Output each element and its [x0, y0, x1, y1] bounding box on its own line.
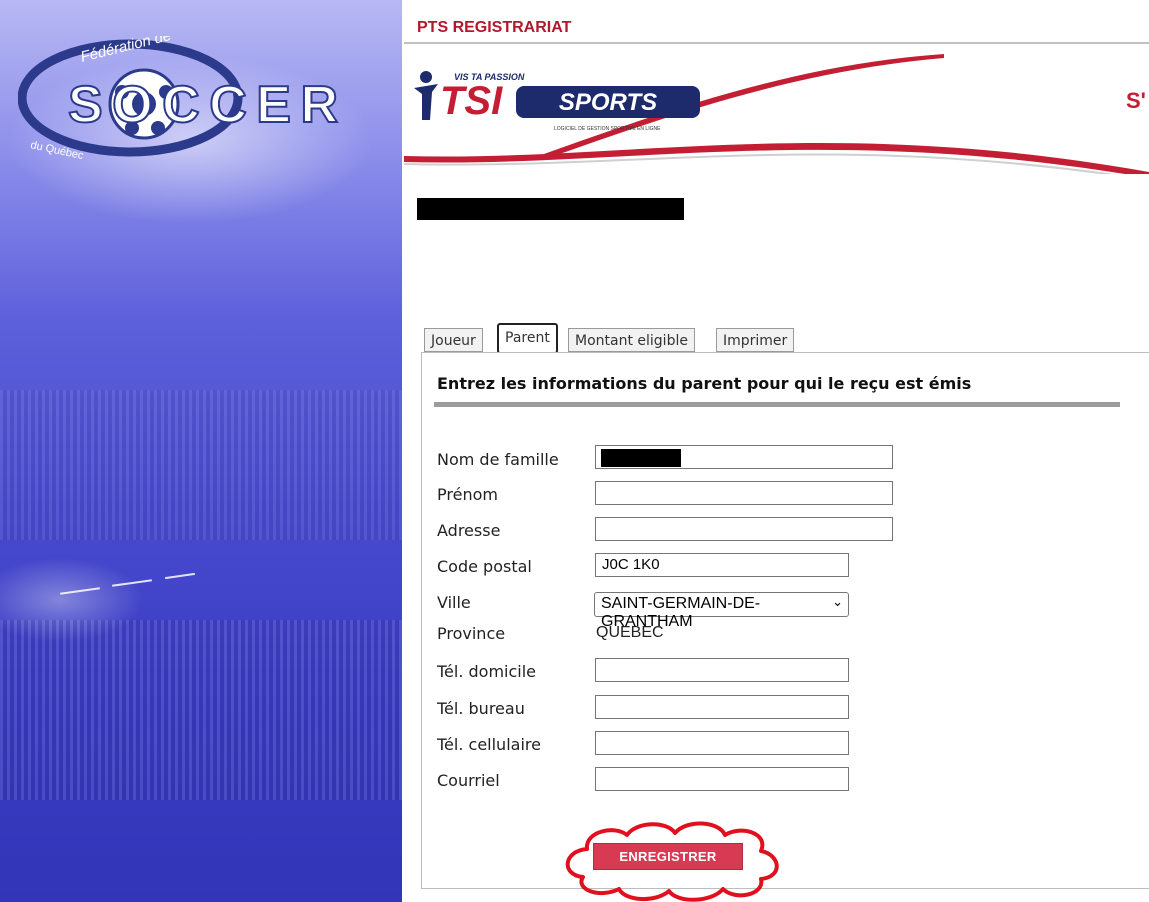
- prenom-field[interactable]: [595, 481, 893, 505]
- code-postal-field[interactable]: J0C 1K0: [595, 553, 849, 577]
- tab-montant-eligible[interactable]: Montant eligible: [568, 328, 695, 352]
- tab-parent[interactable]: Parent: [497, 323, 558, 354]
- save-button[interactable]: ENREGISTRER: [593, 843, 743, 870]
- tab-joueur[interactable]: Joueur: [424, 328, 483, 352]
- left-banner: Fédération de SOCCER du Québec: [0, 0, 402, 902]
- federation-soccer-logo: Fédération de SOCCER du Québec: [18, 36, 339, 162]
- logo-top-text: Fédération de: [79, 36, 173, 66]
- nom-field[interactable]: [595, 445, 893, 469]
- tsi-sports-header: VIS TA PASSION TSI SPORTS LOGICIEL DE GE…: [404, 54, 1149, 174]
- nom-label: Nom de famille: [437, 450, 559, 469]
- courriel-field[interactable]: [595, 767, 849, 791]
- code-postal-label: Code postal: [437, 557, 532, 576]
- app-title: PTS REGISTRARIAT: [417, 19, 572, 36]
- chevron-down-icon: ⌄: [832, 594, 843, 609]
- top-bar: PTS REGISTRARIAT: [404, 0, 1149, 44]
- redacted-value: [601, 449, 681, 467]
- logo-main-text: SOCCER: [68, 76, 338, 134]
- brand-sub: LOGICIEL DE GESTION SPORTIVE EN LIGNE: [554, 126, 661, 132]
- tel-cellulaire-label: Tél. cellulaire: [437, 735, 541, 754]
- header-right-text: S': [1126, 88, 1146, 113]
- courriel-label: Courriel: [437, 771, 500, 790]
- heading-divider: [434, 402, 1120, 407]
- prenom-label: Prénom: [437, 485, 498, 504]
- tel-bureau-field[interactable]: [595, 695, 849, 719]
- adresse-field[interactable]: [595, 517, 893, 541]
- brand-tsi: TSI: [440, 79, 503, 123]
- province-label: Province: [437, 624, 506, 643]
- tel-cellulaire-field[interactable]: [595, 731, 849, 755]
- form-heading: Entrez les informations du parent pour q…: [437, 374, 972, 393]
- redacted-block: [417, 198, 684, 220]
- tel-domicile-field[interactable]: [595, 658, 849, 682]
- ville-label: Ville: [437, 593, 471, 612]
- tab-imprimer[interactable]: Imprimer: [716, 328, 795, 352]
- province-value: QUEBEC: [596, 624, 664, 641]
- tel-domicile-label: Tél. domicile: [437, 662, 537, 681]
- brand-sports: SPORTS: [559, 89, 657, 116]
- tel-bureau-label: Tél. bureau: [437, 699, 525, 718]
- tsi-sports-logo: VIS TA PASSION TSI SPORTS LOGICIEL DE GE…: [414, 71, 700, 132]
- ville-select[interactable]: SAINT-GERMAIN-DE-GRANTHAM ⌄: [594, 592, 849, 630]
- adresse-label: Adresse: [437, 521, 501, 540]
